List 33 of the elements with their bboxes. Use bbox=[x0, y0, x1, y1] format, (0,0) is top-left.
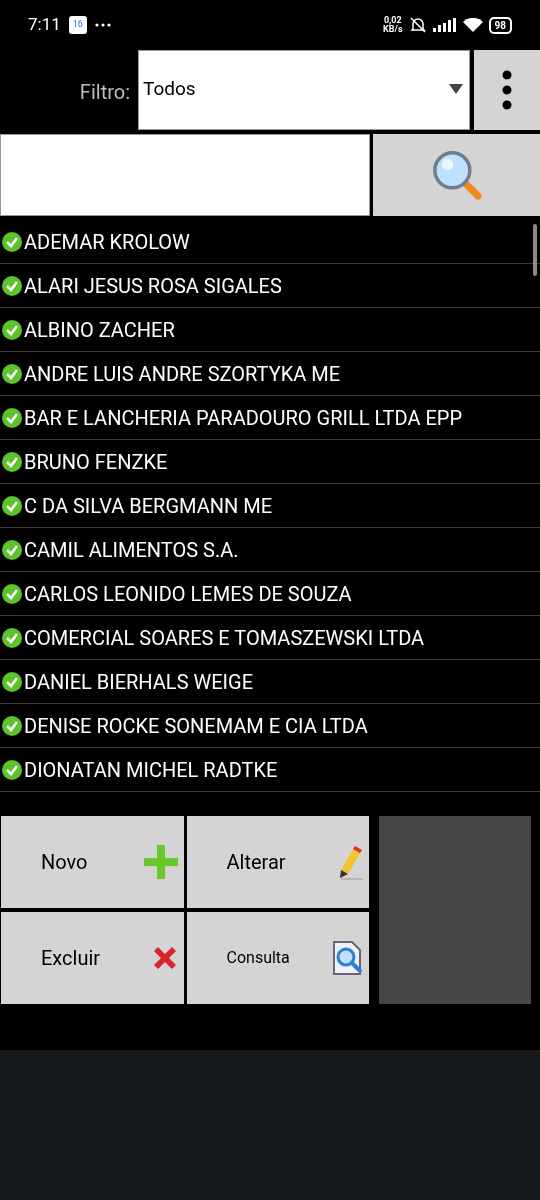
action-button[interactable]: Consulta bbox=[186, 911, 369, 1004]
dropdown-arrow-icon bbox=[449, 84, 463, 94]
list-item[interactable]: BAR E LANCHERIA PARADOURO GRILL LTDA EPP bbox=[0, 396, 540, 440]
document-search-icon bbox=[331, 938, 365, 977]
battery-indicator: 98 bbox=[488, 16, 512, 34]
calendar-badge: 16 bbox=[68, 16, 87, 34]
clock: 7:11 bbox=[28, 13, 61, 37]
more-vertical-icon bbox=[502, 70, 512, 110]
action-button[interactable]: Novo bbox=[1, 816, 184, 908]
plus-icon bbox=[141, 843, 180, 881]
signal-icon bbox=[432, 18, 457, 32]
more-icon bbox=[94, 23, 111, 27]
list-item[interactable]: COMERCIAL SOARES E TOMASZEWSKI LTDA bbox=[0, 616, 540, 660]
list-item[interactable]: BRUNO FENZKE bbox=[0, 440, 540, 484]
list-item[interactable]: C DA SILVA BERGMANN ME bbox=[0, 484, 540, 528]
list-item[interactable]: DIONATAN MICHEL RADTKE bbox=[0, 748, 540, 792]
filter-dropdown[interactable]: Todos bbox=[138, 50, 470, 130]
action-button[interactable]: Alterar bbox=[186, 816, 369, 908]
wifi-icon bbox=[462, 17, 483, 33]
list-item[interactable]: ALBINO ZACHER bbox=[0, 308, 540, 352]
list-item[interactable]: ALARI JESUS ROSA SIGALES bbox=[0, 264, 540, 308]
menu-button[interactable] bbox=[474, 50, 540, 130]
network-speed: 0,02 KB/s bbox=[383, 16, 403, 34]
search-field[interactable] bbox=[0, 134, 370, 216]
list-item[interactable]: ANDRE LUIS ANDRE SZORTYKA ME bbox=[0, 352, 540, 396]
list-item[interactable]: CAMIL ALIMENTOS S.A. bbox=[0, 528, 540, 572]
scrollbar bbox=[533, 224, 537, 276]
list-item[interactable]: CARLOS LEONIDO LEMES DE SOUZA bbox=[0, 572, 540, 616]
filter-label: Filtro: bbox=[78, 78, 131, 106]
muted-bell-icon bbox=[408, 16, 427, 34]
list-item[interactable]: DANIEL BIERHALS WEIGE bbox=[0, 660, 540, 704]
list-item[interactable]: DENISE ROCKE SONEMAM E CIA LTDA bbox=[0, 704, 540, 748]
action-button[interactable]: Excluir bbox=[1, 911, 184, 1004]
